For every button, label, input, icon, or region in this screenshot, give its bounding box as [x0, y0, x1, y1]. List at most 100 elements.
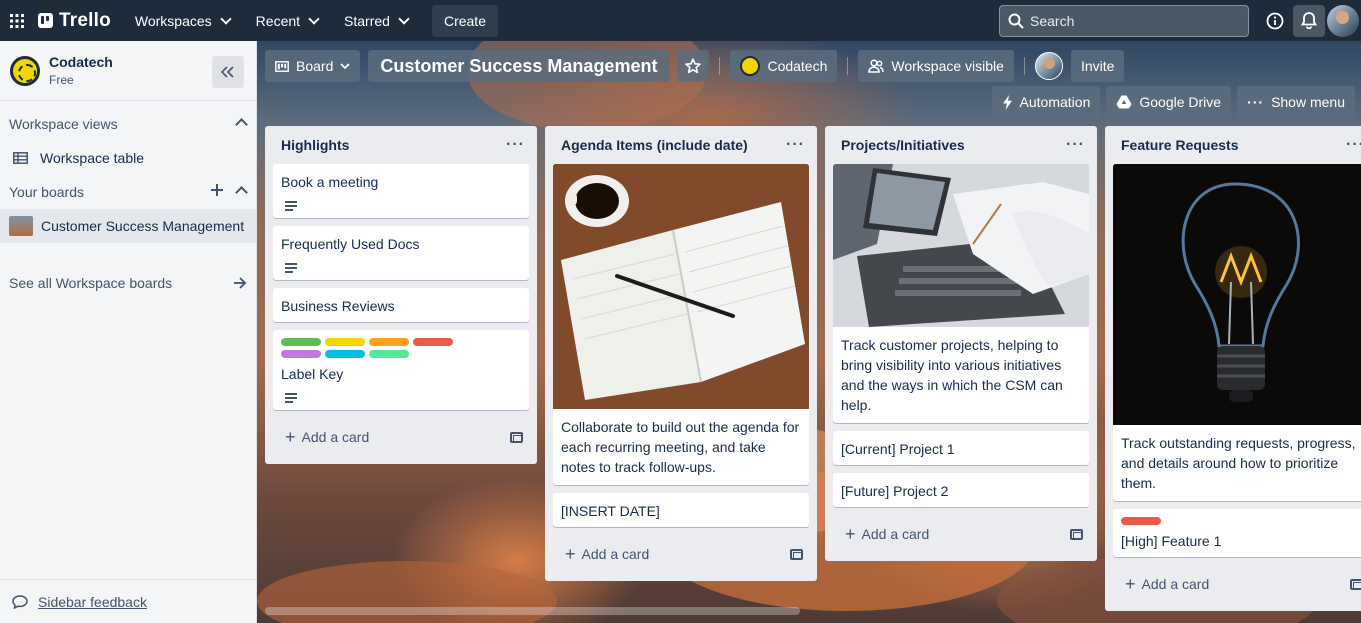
search-input[interactable] — [1030, 12, 1230, 29]
card-frequently-used-docs[interactable]: Frequently Used Docs — [273, 226, 529, 280]
list-header[interactable]: Feature Requests ··· — [1113, 126, 1361, 164]
notebook-cover-image — [553, 164, 809, 409]
recent-menu-label: Recent — [255, 12, 301, 29]
board-actions: Automation Google Drive ··· Show menu — [991, 86, 1355, 118]
card-title: [INSERT DATE] — [561, 503, 660, 519]
card-agenda-cover[interactable]: Collaborate to build out the agenda for … — [553, 164, 809, 485]
card-feature-cover[interactable]: Track outstanding requests, progress, an… — [1113, 164, 1361, 501]
user-avatar[interactable] — [1327, 4, 1359, 37]
add-board-icon[interactable] — [211, 184, 223, 196]
visibility-label: Workspace visible — [891, 58, 1004, 74]
google-drive-button[interactable]: Google Drive — [1106, 86, 1232, 118]
list-title[interactable]: Projects/Initiatives — [841, 137, 965, 153]
collapse-sidebar-button[interactable] — [212, 56, 244, 88]
chevron-down-icon — [308, 12, 320, 25]
list-header[interactable]: Projects/Initiatives ··· — [833, 126, 1089, 164]
app-switcher-icon[interactable] — [0, 0, 34, 41]
label-sky[interactable] — [325, 350, 365, 358]
board-horizontal-scrollbar[interactable] — [265, 607, 800, 615]
label-orange[interactable] — [369, 338, 409, 346]
workspaces-menu[interactable]: Workspaces — [125, 5, 240, 37]
board-title[interactable]: Customer Success Management — [368, 50, 670, 82]
recent-menu[interactable]: Recent — [246, 5, 328, 37]
workspaces-menu-label: Workspaces — [134, 12, 212, 29]
workspace-name[interactable]: Codatech — [49, 54, 113, 70]
automation-label: Automation — [1019, 94, 1091, 110]
sidebar-feedback[interactable]: Sidebar feedback — [0, 579, 256, 623]
list-header[interactable]: Agenda Items (include date) ··· — [553, 126, 809, 164]
list-menu-icon[interactable]: ··· — [506, 136, 525, 154]
list-title[interactable]: Highlights — [281, 137, 349, 153]
card-title: [Future] Project 2 — [841, 483, 949, 499]
show-menu-button[interactable]: ··· Show menu — [1237, 86, 1355, 118]
list-agenda-items: Agenda Items (include date) ··· Collabor… — [545, 126, 817, 581]
search-icon — [1008, 13, 1024, 29]
add-card-label: Add a card — [581, 546, 650, 562]
card-high-feature-1[interactable]: [High] Feature 1 — [1113, 509, 1361, 557]
add-card-label: Add a card — [861, 526, 930, 542]
search-box[interactable] — [999, 4, 1249, 37]
your-boards-section[interactable]: Your boards — [0, 175, 256, 209]
notifications-bell-icon[interactable] — [1293, 4, 1325, 37]
list-menu-icon[interactable]: ··· — [786, 136, 805, 154]
add-card-button[interactable]: + Add a card — [273, 418, 529, 456]
sidebar-item-customer-success-board[interactable]: Customer Success Management — [0, 209, 256, 243]
workspace-logo-icon — [740, 56, 761, 76]
card-template-icon[interactable] — [1070, 528, 1083, 540]
create-button[interactable]: Create — [431, 4, 498, 37]
card-business-reviews[interactable]: Business Reviews — [273, 288, 529, 322]
board-view-switcher[interactable]: Board — [265, 50, 361, 82]
label-red[interactable] — [413, 338, 453, 346]
see-all-boards-label: See all Workspace boards — [9, 275, 173, 291]
label-lime[interactable] — [369, 350, 409, 358]
member-avatar[interactable] — [1034, 52, 1063, 80]
laptop-cover-image — [833, 164, 1089, 327]
card-book-a-meeting[interactable]: Book a meeting — [273, 164, 529, 218]
list-header[interactable]: Highlights ··· — [273, 126, 529, 164]
lightbulb-cover-image — [1113, 164, 1361, 425]
automation-button[interactable]: Automation — [991, 86, 1101, 118]
card-template-icon[interactable] — [1350, 578, 1361, 590]
list-menu-icon[interactable]: ··· — [1066, 136, 1085, 154]
show-menu-label: Show menu — [1271, 94, 1345, 110]
workspace-chip[interactable]: Codatech — [730, 50, 838, 82]
card-title: Label Key — [281, 366, 344, 382]
card-current-project-1[interactable]: [Current] Project 1 — [833, 431, 1089, 465]
laptop-illustration — [833, 164, 1089, 327]
list-menu-icon[interactable]: ··· — [1346, 136, 1361, 154]
label-red[interactable] — [1121, 517, 1161, 525]
list-title[interactable]: Agenda Items (include date) — [561, 137, 748, 153]
starred-menu[interactable]: Starred — [334, 5, 418, 37]
list-title[interactable]: Feature Requests — [1121, 137, 1238, 153]
label-yellow[interactable] — [325, 338, 365, 346]
label-green[interactable] — [281, 338, 321, 346]
card-future-project-2[interactable]: [Future] Project 2 — [833, 473, 1089, 507]
lightning-icon — [1002, 94, 1012, 110]
workspace-views-section[interactable]: Workspace views — [0, 107, 256, 141]
chevron-up-icon[interactable] — [235, 118, 248, 131]
add-card-button[interactable]: + Add a card — [553, 535, 809, 573]
card-label-key[interactable]: Label Key — [273, 330, 529, 410]
card-template-icon[interactable] — [510, 431, 523, 443]
divider — [847, 57, 849, 75]
see-all-boards-link[interactable]: See all Workspace boards — [9, 275, 247, 291]
star-board-button[interactable] — [677, 50, 710, 82]
plus-icon: + — [285, 427, 296, 447]
label-purple[interactable] — [281, 350, 321, 358]
card-title: Book a meeting — [281, 174, 379, 190]
card-projects-cover[interactable]: Track customer projects, helping to brin… — [833, 164, 1089, 423]
card-template-icon[interactable] — [790, 548, 803, 560]
visibility-button[interactable]: Workspace visible — [858, 50, 1014, 82]
chevron-up-icon[interactable] — [235, 186, 248, 199]
add-card-button[interactable]: + Add a card — [833, 515, 1089, 553]
board-thumbnail — [9, 216, 33, 236]
google-drive-icon — [1116, 95, 1132, 109]
star-icon — [685, 58, 702, 74]
trello-logo[interactable]: Trello — [38, 10, 111, 32]
sidebar-feedback-link[interactable]: Sidebar feedback — [38, 594, 147, 610]
card-insert-date[interactable]: [INSERT DATE] — [553, 493, 809, 527]
add-card-button[interactable]: + Add a card — [1113, 565, 1361, 603]
info-icon[interactable] — [1259, 5, 1291, 37]
sidebar-item-workspace-table[interactable]: Workspace table — [0, 141, 256, 175]
invite-button[interactable]: Invite — [1070, 50, 1125, 82]
